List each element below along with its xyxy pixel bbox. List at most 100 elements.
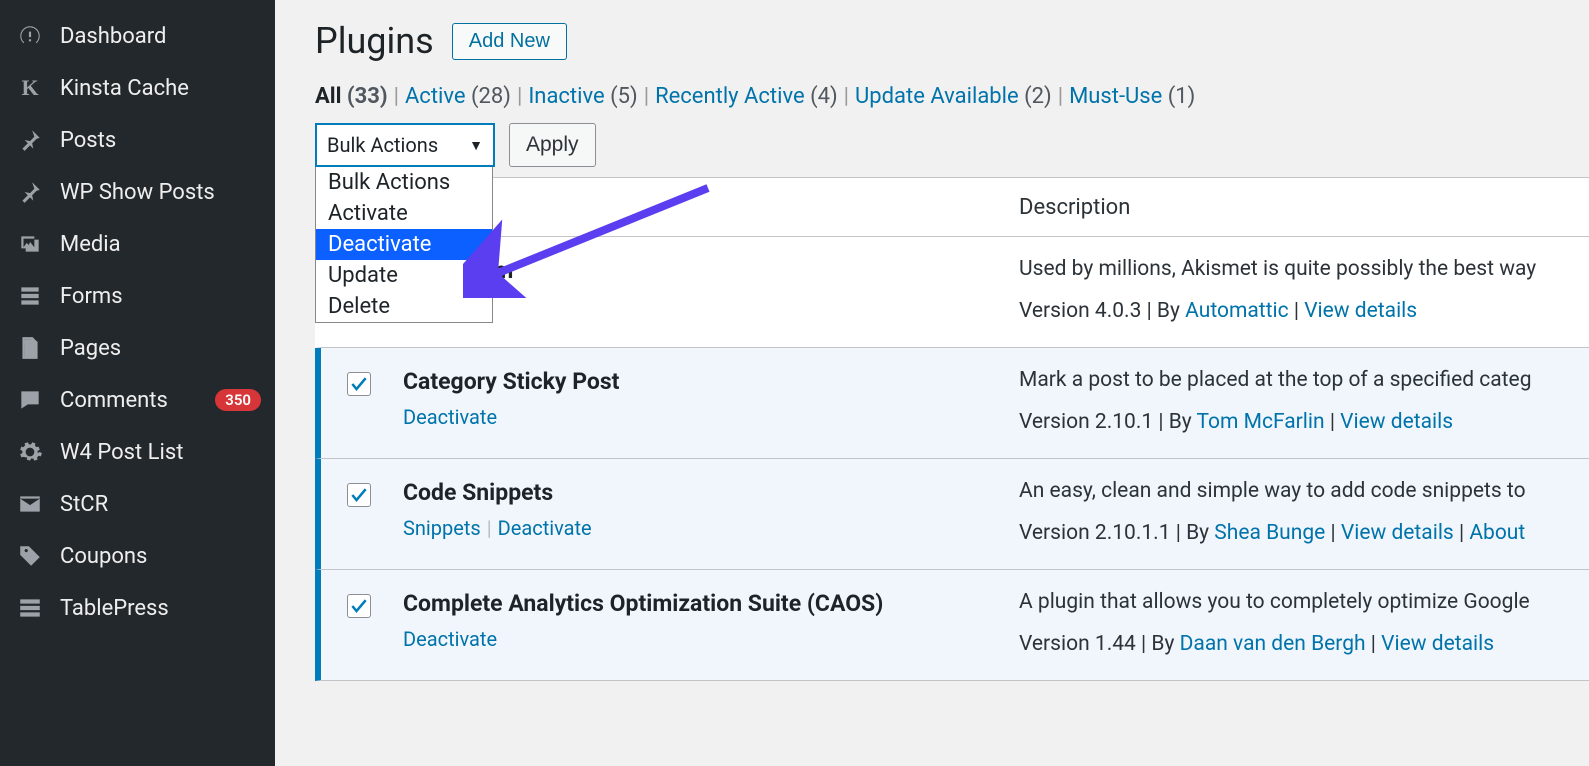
bulk-actions-select[interactable]: Bulk Actions ▼ [315, 123, 495, 167]
sidebar-item-label: W4 Post List [60, 440, 261, 465]
sidebar-item-label: Pages [60, 336, 261, 361]
filter-active[interactable]: Active (28) [405, 84, 511, 109]
dashboard-icon [16, 22, 44, 50]
sidebar-item-kinsta-cache[interactable]: K Kinsta Cache [0, 62, 275, 114]
gear-icon [16, 438, 44, 466]
bulk-option-update[interactable]: Update [316, 260, 492, 291]
filter-update-available[interactable]: Update Available (2) [855, 84, 1052, 109]
table-header: Plugin Description [315, 178, 1589, 237]
sidebar-item-posts[interactable]: Posts [0, 114, 275, 166]
sidebar-item-label: TablePress [60, 596, 261, 621]
plugin-description: Used by millions, Akismet is quite possi… [1019, 257, 1569, 281]
plugin-author-link[interactable]: Tom McFarlin [1197, 410, 1325, 434]
add-new-button[interactable]: Add New [452, 23, 567, 60]
filter-all[interactable]: All (33) [315, 84, 388, 109]
plugin-row-actions: Deactivate [403, 627, 1019, 651]
plugin-checkbox[interactable] [347, 372, 371, 396]
kinsta-k-icon: K [21, 75, 38, 101]
caret-down-icon: ▼ [469, 137, 483, 154]
plugin-checkbox[interactable] [347, 594, 371, 618]
plugin-row: Complete Analytics Optimization Suite (C… [315, 570, 1589, 681]
plugin-name: Category Sticky Post [403, 368, 1019, 395]
sidebar-item-stcr[interactable]: StCR [0, 478, 275, 530]
sidebar-item-label: Coupons [60, 544, 261, 569]
table-icon [16, 594, 44, 622]
sidebar-item-dashboard[interactable]: Dashboard [0, 10, 275, 62]
plugin-meta-link-view-details[interactable]: View details [1304, 299, 1417, 323]
plugin-author-link[interactable]: Shea Bunge [1214, 521, 1325, 545]
plugin-name: Complete Analytics Optimization Suite (C… [403, 590, 1019, 617]
plugin-row: Category Sticky Post Deactivate Mark a pos… [315, 348, 1589, 459]
filter-inactive[interactable]: Inactive (5) [528, 84, 637, 109]
media-icon [16, 230, 44, 258]
bulk-option-activate[interactable]: Activate [316, 198, 492, 229]
plugin-description: An easy, clean and simple way to add cod… [1019, 479, 1569, 503]
bulk-actions-selected: Bulk Actions [327, 133, 438, 157]
mail-icon [16, 490, 44, 518]
sidebar-item-pages[interactable]: Pages [0, 322, 275, 374]
apply-button[interactable]: Apply [509, 123, 596, 167]
page-title: Plugins [315, 20, 434, 62]
bulk-option-delete[interactable]: Delete [316, 291, 492, 322]
bulk-option-bulk-actions[interactable]: Bulk Actions [316, 167, 492, 198]
pin-icon [16, 126, 44, 154]
plugin-description: A plugin that allows you to completely o… [1019, 590, 1569, 614]
plugin-meta-link-view-details[interactable]: View details [1340, 410, 1453, 434]
plugin-description: Mark a post to be placed at the top of a… [1019, 368, 1569, 392]
forms-icon [16, 282, 44, 310]
plugin-author-link[interactable]: Daan van den Bergh [1180, 632, 1366, 656]
plugin-meta: Version 1.44 | By Daan van den Bergh | V… [1019, 632, 1569, 656]
plugin-name: Anti-Spam [403, 257, 1019, 284]
filter-count: (5) [610, 84, 638, 109]
sidebar-item-label: Kinsta Cache [60, 76, 261, 101]
pin-icon [16, 178, 44, 206]
filter-count: (1) [1168, 84, 1196, 109]
tag-icon [16, 542, 44, 570]
sidebar-item-comments[interactable]: Comments 350 [0, 374, 275, 426]
plugins-table: Plugin Description Anti-Spam Delete Used b… [315, 177, 1589, 681]
comment-icon [16, 386, 44, 414]
plugin-meta-link-view-details[interactable]: View details [1341, 521, 1454, 545]
filter-must-use[interactable]: Must-Use (1) [1069, 84, 1195, 109]
filter-count: (28) [471, 84, 511, 109]
plugin-filter-links: All (33)|Active (28)|Inactive (5)|Recent… [315, 84, 1589, 109]
comments-count-badge: 350 [215, 389, 261, 411]
plugin-name: Code Snippets [403, 479, 1019, 506]
plugin-meta-link-view-details[interactable]: View details [1381, 632, 1494, 656]
sidebar-item-label: Media [60, 232, 261, 257]
bulk-option-deactivate[interactable]: Deactivate [316, 229, 492, 260]
main-content: Plugins Add New All (33)|Active (28)|Ina… [275, 0, 1589, 766]
plugin-row-actions: Deactivate [403, 405, 1019, 429]
filter-count: (33) [347, 84, 388, 109]
plugin-meta: Version 2.10.1 | By Tom McFarlin | View … [1019, 410, 1569, 434]
admin-sidebar: Dashboard K Kinsta Cache Posts WP Show Posts… [0, 0, 275, 766]
sidebar-item-label: Comments [60, 388, 199, 413]
plugin-row: Code Snippets Snippets|DeactivateAn easy,… [315, 459, 1589, 570]
plugin-meta: Version 2.10.1.1 | By Shea Bunge | View … [1019, 521, 1569, 545]
bulk-actions-dropdown: Bulk ActionsActivateDeactivateUpdateDele… [315, 167, 493, 323]
filter-count: (2) [1024, 84, 1052, 109]
action-deactivate[interactable]: Deactivate [403, 405, 497, 429]
col-header-description[interactable]: Description [1019, 195, 1569, 220]
sidebar-item-forms[interactable]: Forms [0, 270, 275, 322]
plugin-checkbox[interactable] [347, 483, 371, 507]
sidebar-item-label: WP Show Posts [60, 180, 261, 205]
action-snippets[interactable]: Snippets [403, 516, 481, 540]
sidebar-item-media[interactable]: Media [0, 218, 275, 270]
bulk-action-row: Bulk Actions ▼ Apply Bulk ActionsActivat… [315, 123, 1589, 167]
filter-recently-active[interactable]: Recently Active (4) [655, 84, 838, 109]
sidebar-item-wp-show-posts[interactable]: WP Show Posts [0, 166, 275, 218]
plugin-row-actions: Snippets|Deactivate [403, 516, 1019, 540]
sidebar-item-w4-post-list[interactable]: W4 Post List [0, 426, 275, 478]
filter-count: (4) [810, 84, 838, 109]
sidebar-item-label: Dashboard [60, 24, 261, 49]
action-deactivate[interactable]: Deactivate [403, 627, 497, 651]
plugin-author-link[interactable]: Automattic [1185, 299, 1288, 323]
plugin-meta-link-about[interactable]: About [1469, 521, 1525, 545]
sidebar-item-tablepress[interactable]: TablePress [0, 582, 275, 634]
sidebar-item-label: Forms [60, 284, 261, 309]
plugin-row: Anti-Spam Delete Used by millions, Akismet… [315, 237, 1589, 348]
pages-icon [16, 334, 44, 362]
sidebar-item-coupons[interactable]: Coupons [0, 530, 275, 582]
action-deactivate[interactable]: Deactivate [498, 516, 592, 540]
